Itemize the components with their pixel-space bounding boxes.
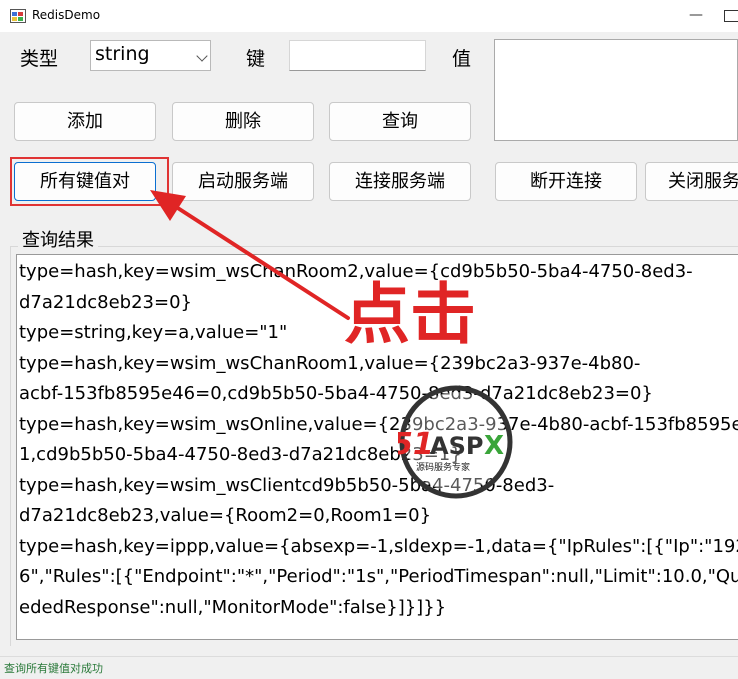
result-line: ededResponse":null,"MonitorMode":false}]… <box>19 596 447 618</box>
results-group-border-left <box>10 246 11 646</box>
type-label: 类型 <box>20 48 59 70</box>
close-server-button[interactable]: 关闭服务 <box>645 162 738 201</box>
watermark-logo-icon: 51 ASP X 源码服务专家 <box>398 385 513 499</box>
title-bar: RedisDemo — <box>0 0 738 32</box>
app-icon <box>10 9 26 23</box>
result-line: d7a21dc8eb23,value={Room2=0,Room1=0} <box>19 505 432 526</box>
result-line: acbf-153fb8595e46=0,cd9b5b50-5ba4-4750-8… <box>19 383 653 404</box>
annotation-highlight-box <box>10 157 169 206</box>
delete-button[interactable]: 删除 <box>172 102 314 141</box>
annotation-callout: 点击 <box>344 276 476 353</box>
result-line: type=hash,key=wsim_wsClientcd9b5b50-5ba4… <box>19 474 555 496</box>
add-button[interactable]: 添加 <box>14 102 156 141</box>
window-title: RedisDemo <box>32 8 101 22</box>
status-text: 查询所有键值对成功 <box>4 662 103 675</box>
svg-text:51: 51 <box>398 427 434 462</box>
chevron-down-icon <box>196 50 208 62</box>
disconnect-button[interactable]: 断开连接 <box>495 162 637 201</box>
result-line: type=hash,key=ippp,value={absexp=-1,slde… <box>19 535 738 557</box>
type-select[interactable]: string <box>90 40 211 71</box>
key-label: 键 <box>246 48 266 70</box>
svg-text:ASP: ASP <box>430 432 483 460</box>
results-group-title: 查询结果 <box>18 226 98 252</box>
minimize-icon[interactable]: — <box>684 6 708 26</box>
value-textarea[interactable] <box>494 39 738 141</box>
result-line: 6","Rules":[{"Endpoint":"*","Period":"1s… <box>19 566 738 587</box>
svg-text:源码服务专家: 源码服务专家 <box>416 461 470 473</box>
connect-server-button[interactable]: 连接服务端 <box>329 162 471 201</box>
result-line: type=hash,key=wsim_wsChanRoom1,value={23… <box>19 352 641 374</box>
value-label: 值 <box>452 48 472 70</box>
type-select-value: string <box>95 43 150 65</box>
result-line: 1,cd9b5b50-5ba4-4750-8ed3-d7a21dc8eb23=1… <box>19 444 462 465</box>
status-bar: 查询所有键值对成功 <box>0 656 738 679</box>
result-line: type=hash,key=wsim_wsOnline,value={239bc… <box>19 413 738 435</box>
query-button[interactable]: 查询 <box>329 102 471 141</box>
results-group-border <box>10 246 738 247</box>
maximize-icon[interactable] <box>724 10 738 22</box>
key-input[interactable] <box>289 40 426 71</box>
start-server-button[interactable]: 启动服务端 <box>172 162 314 201</box>
svg-text:X: X <box>484 431 504 461</box>
